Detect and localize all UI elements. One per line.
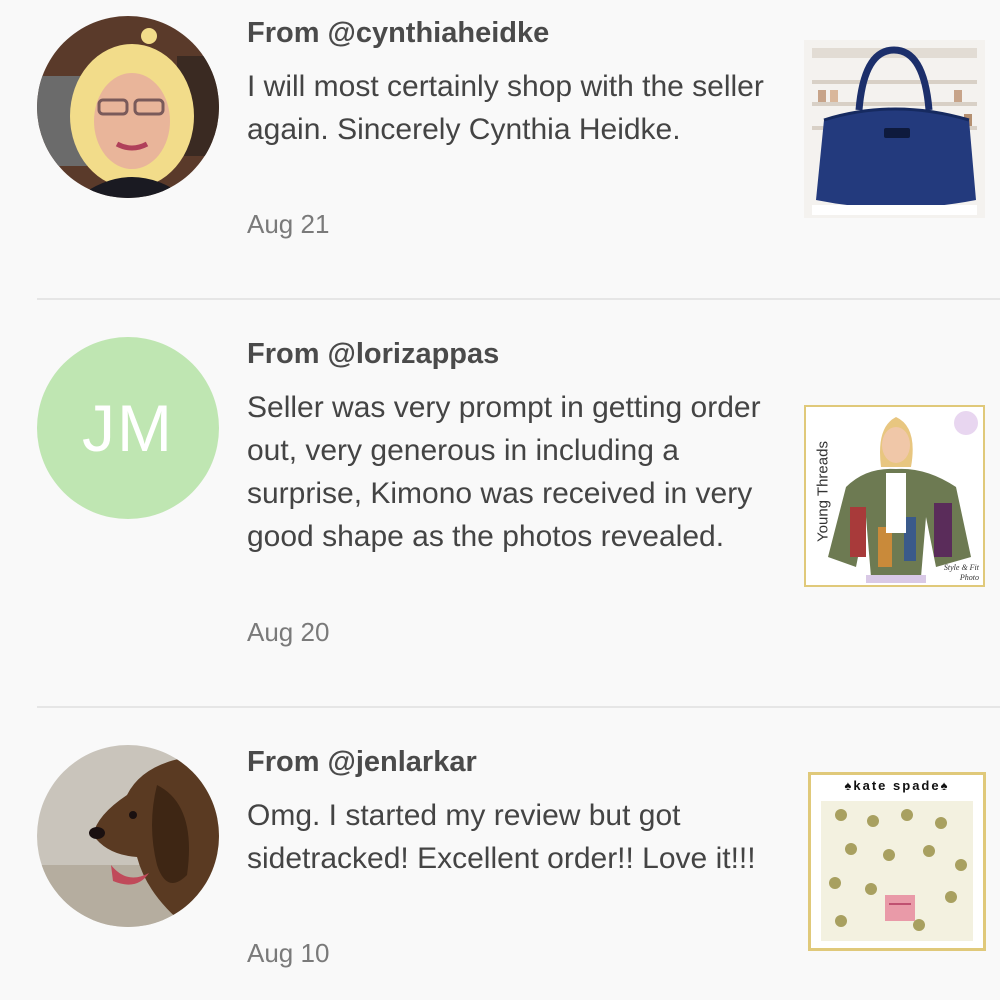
listing-thumbnail[interactable]: Young Threads Style & Fit Photo	[804, 405, 985, 587]
thumb-caption: Young Threads	[814, 441, 832, 542]
dog-portrait-icon	[37, 745, 219, 927]
brand-label: ♠kate spade♠	[844, 778, 950, 793]
avatar-initials: JM	[82, 391, 174, 465]
review-text: Omg. I started my review but got sidetra…	[247, 799, 756, 875]
review-username[interactable]: From @lorizappas	[247, 338, 499, 371]
review-date: Aug 20	[247, 617, 330, 647]
avatar[interactable]: JM	[37, 337, 219, 519]
listing-thumbnail[interactable]	[804, 40, 985, 218]
review-username[interactable]: From @cynthiaheidke	[247, 17, 549, 50]
avatar[interactable]	[37, 16, 219, 198]
review-item: From @jenlarkar Omg. I started my review…	[0, 708, 1000, 1000]
review-date: Aug 10	[247, 938, 330, 968]
review-date: Aug 21	[247, 209, 330, 239]
review-text: I will most certainly shop with the sell…	[247, 70, 764, 146]
folder-icon	[811, 775, 983, 948]
kimono-photo-icon	[806, 407, 983, 585]
thumb-corner-label: Style & Fit Photo	[943, 563, 979, 582]
review-username[interactable]: From @jenlarkar	[247, 746, 477, 779]
review-item: From @cynthiaheidke I will most certainl…	[0, 0, 1000, 300]
review-text: Seller was very prompt in getting order …	[247, 391, 761, 553]
reviews-feed: From @cynthiaheidke I will most certainl…	[0, 0, 1000, 1000]
woman-portrait-icon	[37, 16, 219, 198]
avatar[interactable]	[37, 745, 219, 927]
review-item: JM From @lorizappas Seller was very prom…	[0, 300, 1000, 708]
listing-thumbnail[interactable]: ♠kate spade♠	[808, 772, 986, 951]
handbag-icon	[804, 40, 985, 218]
